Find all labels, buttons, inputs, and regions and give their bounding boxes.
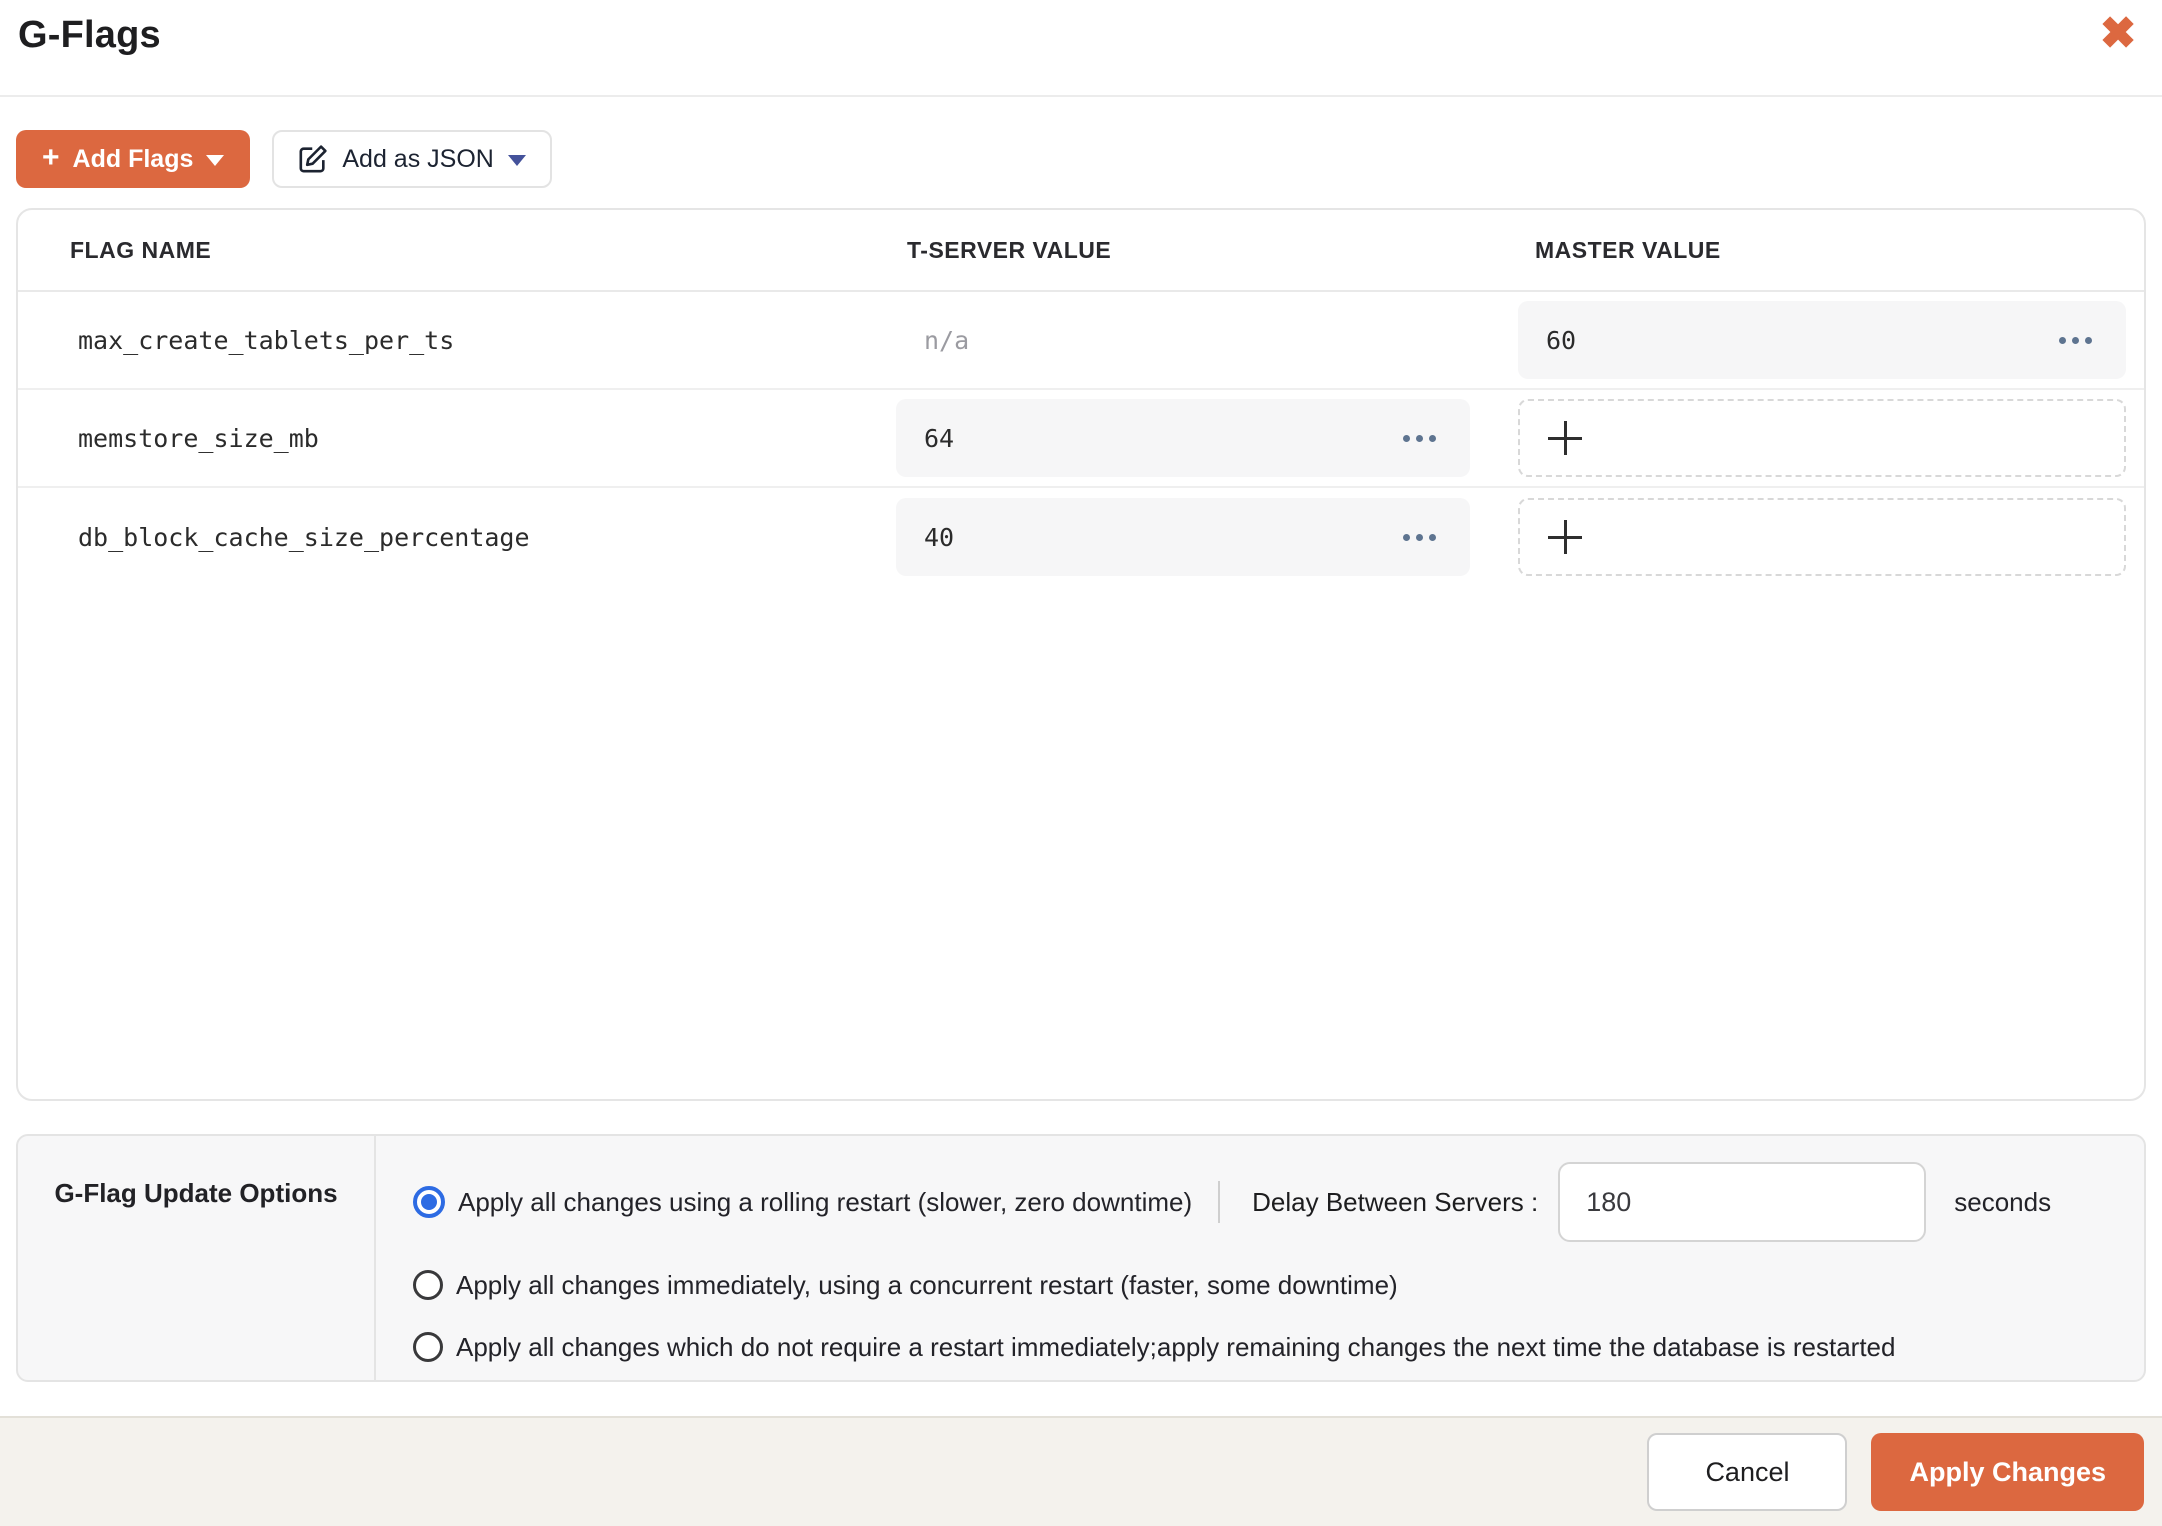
- options-body: Apply all changes using a rolling restar…: [376, 1136, 2144, 1380]
- add-as-json-label: Add as JSON: [342, 144, 494, 173]
- table-header-row: FLAG NAME T-SERVER VALUE MASTER VALUE: [18, 210, 2144, 292]
- radio-rolling-restart[interactable]: [413, 1186, 445, 1218]
- add-flags-button[interactable]: + Add Flags: [16, 130, 251, 188]
- tserver-value-box: 64: [896, 399, 1470, 477]
- radio-concurrent-restart-label: Apply all changes immediately, using a c…: [456, 1269, 1398, 1300]
- tserver-value: 40: [924, 522, 955, 552]
- master-value: 60: [1546, 325, 1577, 355]
- table-row: memstore_size_mb 64: [18, 390, 2144, 488]
- delay-seconds-input[interactable]: [1558, 1162, 1927, 1242]
- flag-name: db_block_cache_size_percentage: [78, 522, 530, 552]
- options-title-cell: G-Flag Update Options: [18, 1136, 376, 1380]
- radio-concurrent-restart[interactable]: [413, 1270, 443, 1300]
- gflags-table: FLAG NAME T-SERVER VALUE MASTER VALUE ma…: [16, 208, 2146, 1101]
- more-options-icon[interactable]: [2057, 331, 2094, 350]
- flag-name: memstore_size_mb: [78, 423, 319, 453]
- table-row: max_create_tablets_per_ts n/a 60: [18, 292, 2144, 390]
- tserver-value-box: 40: [896, 498, 1470, 576]
- modal-header: G-Flags ✖: [0, 0, 2162, 97]
- radio-rolling-restart-label: Apply all changes using a rolling restar…: [458, 1186, 1193, 1217]
- column-header-master-value: MASTER VALUE: [1535, 236, 1721, 263]
- radio-no-restart[interactable]: [413, 1332, 443, 1362]
- delay-between-servers-label: Delay Between Servers :: [1252, 1186, 1539, 1217]
- tserver-value-empty: n/a: [924, 325, 970, 355]
- flag-name: max_create_tablets_per_ts: [78, 325, 455, 355]
- plus-icon: +: [42, 141, 60, 174]
- table-row: db_block_cache_size_percentage 40: [18, 488, 2144, 586]
- radio-no-restart-label: Apply all changes which do not require a…: [456, 1331, 1896, 1362]
- modal-footer: Cancel Apply Changes: [0, 1416, 2162, 1526]
- tserver-value: 64: [924, 423, 955, 453]
- cancel-button[interactable]: Cancel: [1647, 1433, 1848, 1511]
- seconds-label: seconds: [1954, 1186, 2052, 1217]
- page-title: G-Flags: [18, 14, 161, 56]
- chevron-down-icon: [507, 155, 526, 166]
- master-value-box: 60: [1518, 301, 2126, 379]
- column-header-tserver-value: T-SERVER VALUE: [907, 236, 1112, 263]
- plus-icon: [1548, 421, 1582, 455]
- add-master-value-button[interactable]: [1518, 399, 2126, 477]
- options-title: G-Flag Update Options: [54, 1178, 338, 1208]
- chevron-down-icon: [206, 155, 225, 166]
- divider: [1218, 1181, 1221, 1223]
- edit-icon: [299, 145, 328, 173]
- add-flags-label: Add Flags: [72, 144, 194, 173]
- add-as-json-button[interactable]: Add as JSON: [272, 130, 552, 188]
- plus-icon: [1548, 520, 1582, 554]
- add-master-value-button[interactable]: [1518, 498, 2126, 576]
- close-icon[interactable]: ✖: [2092, 8, 2144, 60]
- column-header-flag-name: FLAG NAME: [70, 236, 212, 263]
- more-options-icon[interactable]: [1401, 429, 1438, 448]
- toolbar: + Add Flags Add as JSON: [16, 130, 552, 188]
- gflag-update-options-panel: G-Flag Update Options Apply all changes …: [16, 1134, 2146, 1382]
- more-options-icon[interactable]: [1401, 528, 1438, 547]
- apply-changes-button[interactable]: Apply Changes: [1871, 1433, 2144, 1511]
